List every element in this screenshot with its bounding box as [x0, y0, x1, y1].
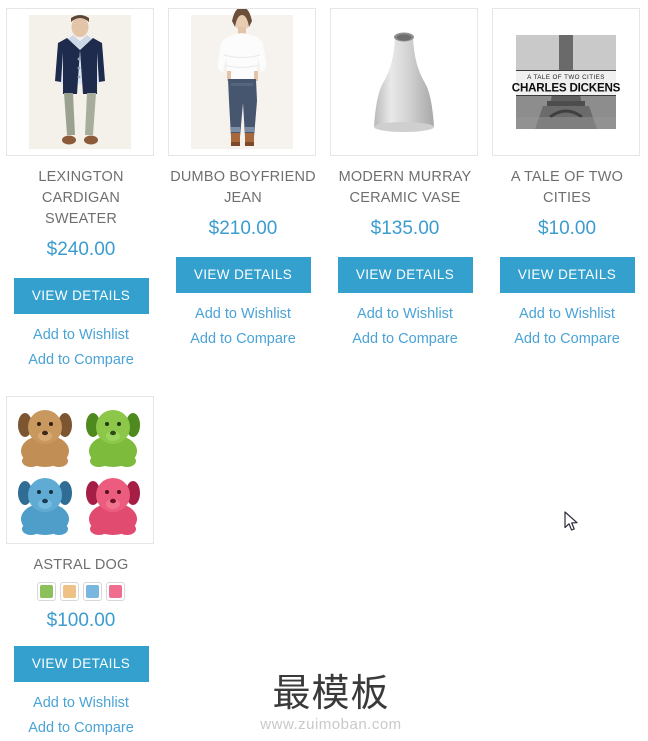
- view-details-wrap: VIEW DETAILS: [6, 646, 156, 682]
- product-links: Add to Wishlist Add to Compare: [330, 302, 480, 352]
- product-title: A TALE OF TWO CITIES: [510, 169, 624, 206]
- view-details-button[interactable]: VIEW DETAILS: [337, 257, 473, 293]
- product-image-modern-murray-ceramic-vase[interactable]: [330, 8, 478, 156]
- add-to-wishlist-link[interactable]: Add to Wishlist: [330, 302, 480, 327]
- add-to-compare-link[interactable]: Add to Compare: [6, 348, 156, 373]
- product-links: Add to Wishlist Add to Compare: [168, 302, 318, 352]
- product-title: ASTRAL DOG: [33, 557, 129, 573]
- product-links: Add to Wishlist Add to Compare: [492, 302, 642, 352]
- product-title-wrap: A TALE OF TWO CITIES $10.00: [492, 167, 642, 241]
- watermark-url: www.zuimoban.com: [260, 716, 402, 733]
- view-details-wrap: VIEW DETAILS: [492, 257, 642, 293]
- view-details-wrap: VIEW DETAILS: [330, 257, 480, 293]
- color-swatch-tan[interactable]: [60, 582, 79, 601]
- view-details-button[interactable]: VIEW DETAILS: [13, 278, 149, 314]
- product-image-astral-dog[interactable]: [6, 396, 154, 544]
- product-price: $135.00: [370, 218, 440, 239]
- product-title: LEXINGTON CARDIGAN SWEATER: [38, 169, 124, 227]
- add-to-wishlist-link[interactable]: Add to Wishlist: [168, 302, 318, 327]
- product-links: Add to Wishlist Add to Compare: [6, 323, 156, 373]
- add-to-wishlist-link[interactable]: Add to Wishlist: [6, 691, 156, 716]
- product-title-wrap: DUMBO BOYFRIEND JEAN $210.00: [168, 167, 318, 241]
- product-grid: LEXINGTON CARDIGAN SWEATER $240.00 VIEW …: [0, 0, 648, 741]
- svg-text:CHARLES DICKENS: CHARLES DICKENS: [512, 82, 621, 95]
- view-details-wrap: VIEW DETAILS: [168, 257, 318, 293]
- add-to-compare-link[interactable]: Add to Compare: [492, 327, 642, 352]
- color-swatch-list: [6, 582, 156, 601]
- product-card: A TALE OF TWO CITIES CHARLES DICKENS A T…: [486, 0, 648, 352]
- product-price: $240.00: [46, 239, 116, 260]
- product-links: Add to Wishlist Add to Compare: [6, 691, 156, 741]
- product-title: DUMBO BOYFRIEND JEAN: [170, 169, 316, 206]
- add-to-compare-link[interactable]: Add to Compare: [330, 327, 480, 352]
- product-image-a-tale-of-two-cities[interactable]: A TALE OF TWO CITIES CHARLES DICKENS: [492, 8, 640, 156]
- product-title-wrap: ASTRAL DOG $100.00: [6, 555, 156, 633]
- product-price: $100.00: [46, 610, 116, 631]
- view-details-button[interactable]: VIEW DETAILS: [175, 257, 311, 293]
- product-card: LEXINGTON CARDIGAN SWEATER $240.00 VIEW …: [0, 0, 162, 373]
- add-to-compare-link[interactable]: Add to Compare: [168, 327, 318, 352]
- add-to-wishlist-link[interactable]: Add to Wishlist: [492, 302, 642, 327]
- product-card: MODERN MURRAY CERAMIC VASE $135.00 VIEW …: [324, 0, 486, 352]
- view-details-button[interactable]: VIEW DETAILS: [499, 257, 635, 293]
- product-price: $210.00: [208, 218, 278, 239]
- product-title-wrap: MODERN MURRAY CERAMIC VASE $135.00: [330, 167, 480, 241]
- product-title: MODERN MURRAY CERAMIC VASE: [338, 169, 472, 206]
- product-price: $10.00: [537, 218, 597, 239]
- product-title-wrap: LEXINGTON CARDIGAN SWEATER $240.00: [6, 167, 156, 262]
- watermark-text: 最模板: [272, 671, 390, 715]
- add-to-compare-link[interactable]: Add to Compare: [6, 716, 156, 741]
- product-image-dumbo-boyfriend-jean[interactable]: [168, 8, 316, 156]
- product-grid-row: LEXINGTON CARDIGAN SWEATER $240.00 VIEW …: [0, 0, 648, 373]
- color-swatch-green[interactable]: [37, 582, 56, 601]
- view-details-wrap: VIEW DETAILS: [6, 278, 156, 314]
- product-card: ASTRAL DOG $100.00 VIEW DETAILS Add to W…: [0, 388, 162, 741]
- product-card: DUMBO BOYFRIEND JEAN $210.00 VIEW DETAIL…: [162, 0, 324, 352]
- view-details-button[interactable]: VIEW DETAILS: [13, 646, 149, 682]
- product-image-lexington-cardigan-sweater[interactable]: [6, 8, 154, 156]
- svg-text:A TALE OF TWO CITIES: A TALE OF TWO CITIES: [527, 74, 605, 81]
- add-to-wishlist-link[interactable]: Add to Wishlist: [6, 323, 156, 348]
- watermark: 最模板 www.zuimoban.com: [242, 672, 420, 734]
- color-swatch-blue[interactable]: [83, 582, 102, 601]
- color-swatch-pink[interactable]: [106, 582, 125, 601]
